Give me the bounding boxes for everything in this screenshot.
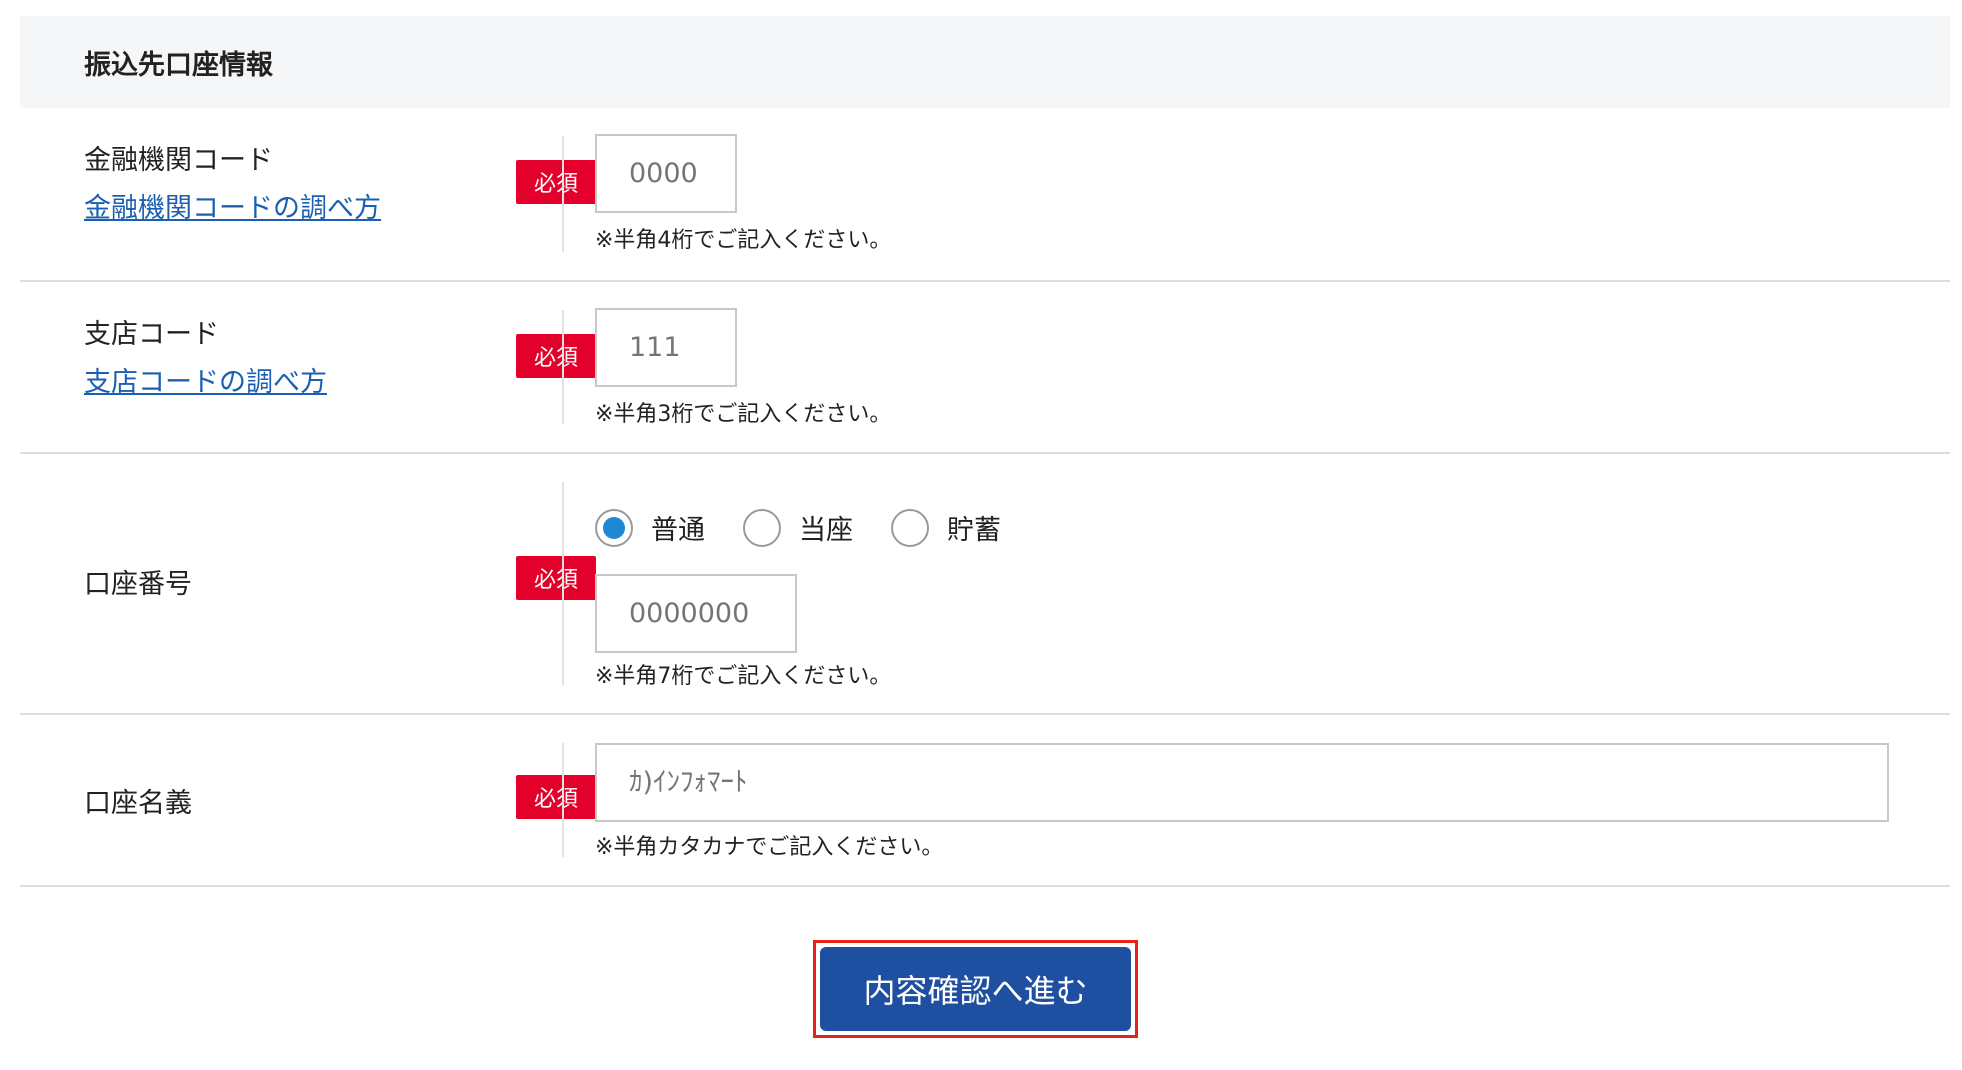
required-badge: 必須 bbox=[516, 775, 596, 819]
radio-label: 普通 bbox=[651, 515, 705, 546]
column-divider bbox=[562, 136, 564, 252]
account-type-option-checking[interactable]: 当座 bbox=[743, 508, 853, 547]
field-cell: ※半角3桁でご記入ください。 bbox=[595, 282, 1950, 452]
label-cell: 口座番号 必須 bbox=[84, 454, 596, 713]
bank-account-form: 振込先口座情報 金融機関コード 金融機関コードの調べ方 必須 ※半角4桁でご記入… bbox=[20, 16, 1950, 887]
submit-highlight: 内容確認へ進む bbox=[813, 940, 1138, 1038]
column-divider bbox=[562, 743, 564, 857]
account-number-input[interactable] bbox=[595, 574, 797, 653]
account-type-option-savings[interactable]: 貯蓄 bbox=[891, 508, 1001, 547]
radio-button-checked[interactable] bbox=[595, 508, 633, 547]
form-row-bank-code: 金融機関コード 金融機関コードの調べ方 必須 ※半角4桁でご記入ください。 bbox=[20, 108, 1950, 282]
radio-button[interactable] bbox=[743, 508, 781, 547]
branch-code-help-link[interactable]: 支店コードの調べ方 bbox=[84, 360, 327, 399]
branch-code-input[interactable] bbox=[595, 308, 737, 387]
account-type-radio-group: 普通 当座 貯蓄 bbox=[595, 508, 1039, 547]
proceed-to-confirmation-button[interactable]: 内容確認へ進む bbox=[820, 947, 1131, 1031]
account-number-label: 口座番号 bbox=[84, 569, 192, 600]
field-cell: 普通 当座 貯蓄 ※半角7桁でご記入ください。 bbox=[595, 454, 1950, 713]
account-name-label: 口座名義 bbox=[84, 788, 192, 819]
form-row-account-number: 口座番号 必須 普通 当座 貯蓄 ※半角7桁でご記入ください。 bbox=[20, 454, 1950, 715]
form-row-branch-code: 支店コード 支店コードの調べ方 必須 ※半角3桁でご記入ください。 bbox=[20, 282, 1950, 454]
form-row-account-name: 口座名義 必須 ※半角カタカナでご記入ください。 bbox=[20, 715, 1950, 887]
label-cell: 口座名義 必須 bbox=[84, 715, 596, 885]
branch-code-hint: ※半角3桁でご記入ください。 bbox=[595, 402, 892, 427]
section-title: 振込先口座情報 bbox=[84, 49, 273, 81]
bank-code-hint: ※半角4桁でご記入ください。 bbox=[595, 228, 892, 253]
account-name-hint: ※半角カタカナでご記入ください。 bbox=[595, 835, 944, 860]
branch-code-label: 支店コード bbox=[84, 319, 219, 350]
bank-code-label: 金融機関コード bbox=[84, 145, 273, 176]
account-type-option-ordinary[interactable]: 普通 bbox=[595, 508, 705, 547]
required-badge: 必須 bbox=[516, 556, 596, 600]
bank-code-help-link[interactable]: 金融機関コードの調べ方 bbox=[84, 186, 381, 225]
radio-label: 貯蓄 bbox=[947, 515, 1001, 546]
account-number-hint: ※半角7桁でご記入ください。 bbox=[595, 664, 892, 689]
column-divider bbox=[562, 310, 564, 424]
radio-label: 当座 bbox=[799, 515, 853, 546]
column-divider bbox=[562, 482, 564, 685]
field-cell: ※半角4桁でご記入ください。 bbox=[595, 108, 1950, 280]
section-header: 振込先口座情報 bbox=[20, 16, 1950, 108]
label-cell: 金融機関コード 金融機関コードの調べ方 必須 bbox=[84, 108, 596, 280]
field-cell: ※半角カタカナでご記入ください。 bbox=[595, 715, 1950, 885]
required-badge: 必須 bbox=[516, 160, 596, 204]
label-cell: 支店コード 支店コードの調べ方 必須 bbox=[84, 282, 596, 452]
account-name-input[interactable] bbox=[595, 743, 1889, 822]
radio-button[interactable] bbox=[891, 508, 929, 547]
required-badge: 必須 bbox=[516, 334, 596, 378]
bank-code-input[interactable] bbox=[595, 134, 737, 213]
